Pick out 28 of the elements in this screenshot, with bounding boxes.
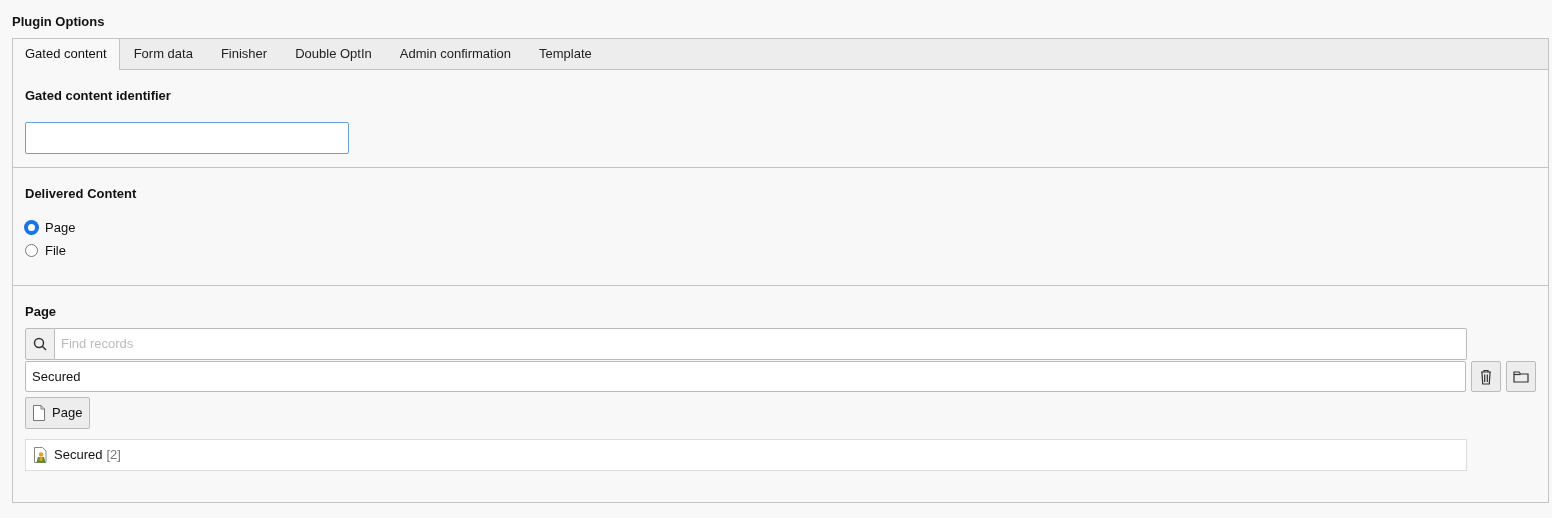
tab[interactable]: Gated content <box>13 38 120 70</box>
tab[interactable]: Template <box>525 38 606 69</box>
record-title[interactable]: Secured <box>54 445 103 465</box>
section-title: Plugin Options <box>12 13 106 31</box>
radio-label: File <box>45 241 66 260</box>
tab[interactable]: Form data <box>119 38 207 69</box>
tab[interactable]: Finisher <box>206 38 282 69</box>
radio-label: Page <box>45 218 76 237</box>
trash-icon <box>1480 368 1492 385</box>
tab[interactable]: Double OptIn <box>281 38 386 69</box>
browse-button[interactable] <box>1506 361 1536 392</box>
field-label: Page <box>25 302 58 321</box>
field-label: Delivered Content <box>25 184 138 203</box>
tab[interactable]: Admin confirmation <box>385 38 526 69</box>
radio-button[interactable] <box>25 244 38 257</box>
identifier-field[interactable] <box>25 122 349 154</box>
folder-icon <box>1513 370 1529 383</box>
restricted-page-icon <box>34 447 48 463</box>
delete-button[interactable] <box>1471 361 1501 392</box>
search-field[interactable]: Find records <box>55 328 1467 360</box>
search-icon <box>33 337 47 351</box>
add-page-button[interactable]: Page <box>25 397 91 429</box>
record-id: [2] <box>106 446 121 465</box>
radio-button[interactable] <box>25 221 38 234</box>
list-item[interactable]: Secured <box>32 366 81 387</box>
field-label: Gated content identifier <box>25 86 172 105</box>
document-icon <box>33 405 45 421</box>
selected-items-list[interactable]: Secured <box>25 361 1467 392</box>
